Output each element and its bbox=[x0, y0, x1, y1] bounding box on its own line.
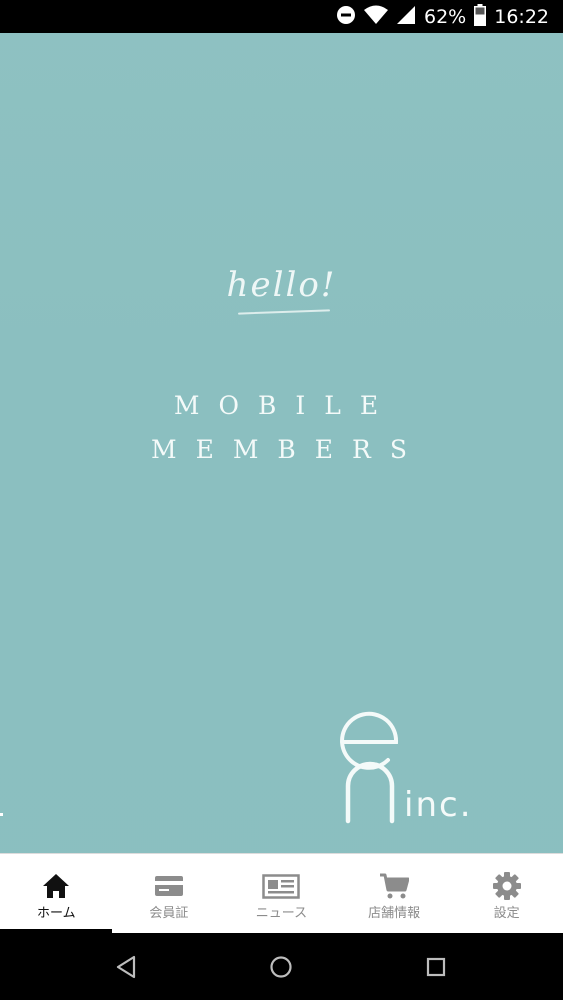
back-button[interactable] bbox=[96, 933, 156, 1000]
title-line-1: MOBILE bbox=[173, 391, 398, 420]
cell-signal-icon bbox=[396, 5, 416, 29]
gear-icon bbox=[492, 872, 521, 900]
nav-member-card-label: 会員証 bbox=[149, 906, 189, 921]
nav-settings[interactable]: 設定 bbox=[450, 854, 563, 933]
battery-percent: 62% bbox=[424, 5, 467, 28]
nav-news[interactable]: ニュース bbox=[225, 854, 338, 933]
hero-banner: hello! MOBILE MEMBERS inc. bbox=[0, 33, 563, 853]
battery-icon bbox=[474, 3, 487, 30]
card-icon bbox=[154, 876, 183, 896]
status-icons: 62% 16:22 bbox=[336, 0, 549, 33]
nav-news-label: ニュース bbox=[255, 906, 308, 921]
nav-settings-label: 設定 bbox=[493, 906, 520, 921]
nav-home-label: ホーム bbox=[36, 906, 76, 921]
back-icon bbox=[116, 955, 136, 978]
home-circle-icon bbox=[270, 955, 292, 978]
recents-button[interactable] bbox=[406, 933, 466, 1000]
title-line-2: MEMBERS bbox=[150, 435, 427, 464]
nav-store-info[interactable]: 店舗情報 bbox=[338, 854, 451, 933]
home-button[interactable] bbox=[251, 933, 311, 1000]
logo-inc-text: inc. bbox=[404, 785, 473, 825]
nav-home[interactable]: ホーム bbox=[0, 854, 113, 933]
hello-greeting: hello! bbox=[226, 265, 337, 305]
clock: 16:22 bbox=[494, 5, 549, 28]
news-icon bbox=[262, 874, 301, 899]
status-bar: 62% 16:22 bbox=[0, 0, 563, 33]
do-not-disturb-icon bbox=[336, 5, 356, 29]
bottom-nav: ホーム 会員証 ニュース 店舗情報 設定 bbox=[0, 853, 563, 933]
edge-mark bbox=[0, 813, 3, 816]
nav-member-card[interactable]: 会員証 bbox=[113, 854, 226, 933]
cart-icon bbox=[380, 873, 410, 899]
system-nav-bar bbox=[0, 933, 563, 1000]
home-icon bbox=[43, 874, 70, 898]
recents-icon bbox=[426, 957, 446, 976]
wifi-icon bbox=[364, 5, 388, 29]
nav-store-info-label: 店舗情報 bbox=[368, 906, 421, 921]
